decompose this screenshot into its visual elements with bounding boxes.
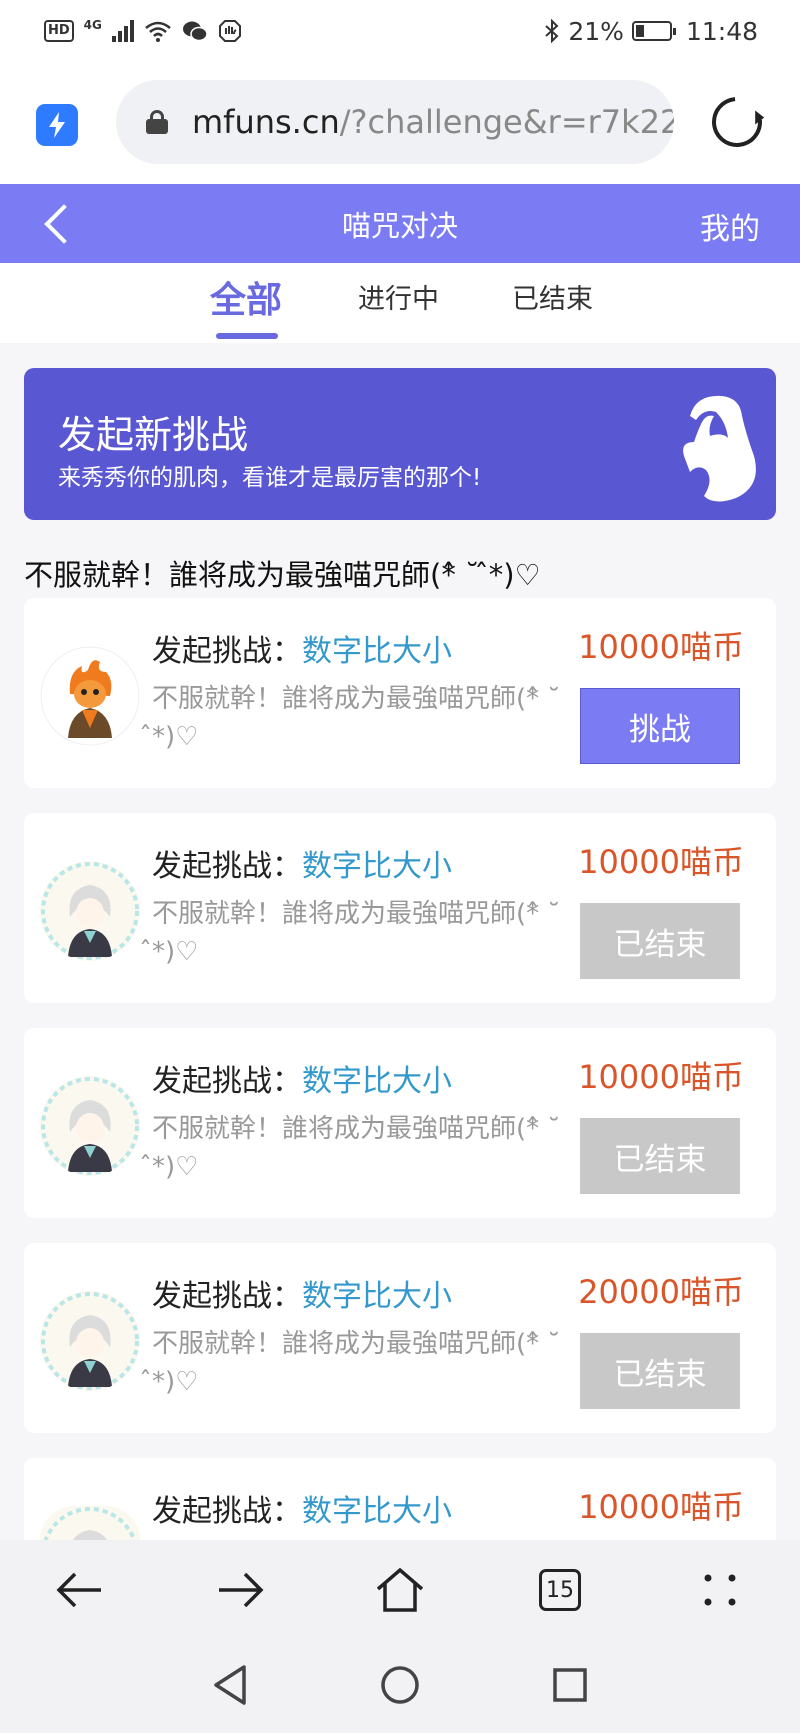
coin-reward: 10000喵币 bbox=[578, 628, 744, 666]
challenge-desc: 不服就幹！誰将成为最強喵咒師(*̂ ˘ ̂*)♡ bbox=[152, 684, 561, 752]
game-link[interactable]: 数字比大小 bbox=[302, 1494, 452, 1529]
app-notification-icon bbox=[218, 20, 241, 42]
tab-in-progress[interactable]: 进行中 bbox=[358, 277, 439, 316]
challenge-card[interactable]: 发起挑战：数字比大小 10000喵币 bbox=[24, 1458, 776, 1540]
page-title: 喵咒对决 bbox=[341, 208, 458, 243]
challenge-title: 发起挑战：数字比大小 bbox=[152, 634, 452, 669]
ended-button[interactable]: 已结束 bbox=[580, 903, 740, 979]
app-header: 喵咒对决 我的 bbox=[0, 184, 800, 263]
browser-nav-bar: 15 bbox=[0, 1540, 800, 1645]
url-text: mfuns.cn/?challenge&r=r7k22 bbox=[192, 103, 674, 141]
coin-reward: 20000喵币 bbox=[578, 1273, 744, 1311]
challenge-card[interactable]: 发起挑战：数字比大小 不服就幹！誰将成为最強喵咒師(*̂ ˘ ̂*)♡ 2000… bbox=[24, 1243, 776, 1433]
system-recents-icon[interactable] bbox=[540, 1655, 600, 1715]
clock: 11:48 bbox=[685, 16, 758, 46]
avatar bbox=[40, 1076, 140, 1176]
challenge-title: 发起挑战：数字比大小 bbox=[152, 849, 452, 884]
status-bar: HD 4G 21% 11:48 bbox=[0, 0, 800, 62]
challenge-card[interactable]: 发起挑战：数字比大小 不服就幹！誰将成为最強喵咒師(*̂ ˘ ̂*)♡ 1000… bbox=[24, 598, 776, 788]
chevron-left-icon[interactable] bbox=[44, 204, 84, 244]
lock-icon bbox=[146, 110, 168, 134]
tabs-icon[interactable]: 15 bbox=[530, 1560, 590, 1620]
wifi-icon bbox=[145, 21, 171, 42]
new-challenge-banner[interactable]: 发起新挑战 来秀秀你的肌肉，看谁才是最厉害的那个! bbox=[24, 368, 776, 520]
challenge-card[interactable]: 发起挑战：数字比大小 不服就幹！誰将成为最強喵咒師(*̂ ˘ ̂*)♡ 1000… bbox=[24, 1028, 776, 1218]
ended-button[interactable]: 已结束 bbox=[580, 1333, 740, 1409]
system-home-icon[interactable] bbox=[370, 1655, 430, 1715]
battery-icon bbox=[631, 21, 676, 41]
game-link[interactable]: 数字比大小 bbox=[302, 634, 452, 669]
coin-reward: 10000喵币 bbox=[578, 1488, 744, 1526]
forward-arrow-icon[interactable] bbox=[210, 1560, 270, 1620]
challenge-title: 发起挑战：数字比大小 bbox=[152, 1494, 452, 1529]
tab-count: 15 bbox=[539, 1569, 581, 1611]
hd-badge: HD bbox=[44, 20, 74, 42]
address-bar[interactable]: mfuns.cn/?challenge&r=r7k22 bbox=[116, 80, 674, 164]
ended-button[interactable]: 已结束 bbox=[580, 1118, 740, 1194]
home-icon[interactable] bbox=[370, 1560, 430, 1620]
active-tab-indicator bbox=[216, 333, 278, 339]
challenge-title: 发起挑战：数字比大小 bbox=[152, 1064, 452, 1099]
muscle-arm-icon bbox=[683, 395, 756, 502]
challenge-card[interactable]: 发起挑战：数字比大小 不服就幹！誰将成为最強喵咒師(*̂ ˘ ̂*)♡ 1000… bbox=[24, 813, 776, 1003]
banner-subtitle: 来秀秀你的肌肉，看谁才是最厉害的那个! bbox=[58, 465, 482, 491]
tab-all[interactable]: 全部 bbox=[210, 271, 282, 323]
coin-reward: 10000喵币 bbox=[578, 1058, 744, 1096]
avatar bbox=[40, 1506, 140, 1540]
challenge-desc: 不服就幹！誰将成为最強喵咒師(*̂ ˘ ̂*)♡ bbox=[152, 1329, 561, 1397]
reload-icon[interactable] bbox=[701, 86, 773, 158]
challenge-desc: 不服就幹！誰将成为最強喵咒師(*̂ ˘ ̂*)♡ bbox=[152, 1114, 561, 1182]
system-nav-bar bbox=[0, 1645, 800, 1733]
challenge-desc: 不服就幹！誰将成为最強喵咒師(*̂ ˘ ̂*)♡ bbox=[152, 899, 561, 967]
lightning-icon[interactable] bbox=[36, 98, 84, 146]
game-link[interactable]: 数字比大小 bbox=[302, 849, 452, 884]
system-back-icon[interactable] bbox=[200, 1655, 260, 1715]
banner-title: 发起新挑战 bbox=[58, 413, 249, 457]
challenge-button[interactable]: 挑战 bbox=[580, 688, 740, 764]
browser-toolbar: mfuns.cn/?challenge&r=r7k22 bbox=[0, 62, 800, 184]
battery-percent: 21% bbox=[568, 16, 624, 46]
avatar bbox=[40, 646, 140, 746]
avatar bbox=[40, 861, 140, 961]
avatar bbox=[40, 1291, 140, 1391]
coin-reward: 10000喵币 bbox=[578, 843, 744, 881]
mine-link[interactable]: 我的 bbox=[700, 204, 760, 248]
network-type: 4G bbox=[83, 18, 102, 32]
filter-tabs: 全部 进行中 已结束 bbox=[0, 263, 800, 343]
wechat-icon bbox=[182, 21, 208, 42]
game-link[interactable]: 数字比大小 bbox=[302, 1279, 452, 1314]
menu-dots-icon[interactable] bbox=[690, 1560, 750, 1620]
tab-ended[interactable]: 已结束 bbox=[512, 277, 593, 316]
challenge-title: 发起挑战：数字比大小 bbox=[152, 1279, 452, 1314]
back-arrow-icon[interactable] bbox=[50, 1560, 110, 1620]
signal-icon bbox=[111, 20, 134, 42]
game-link[interactable]: 数字比大小 bbox=[302, 1064, 452, 1099]
bluetooth-icon bbox=[545, 19, 559, 43]
slogan: 不服就幹！誰将成为最強喵咒師(*̂ ˘ ̂*)♡ bbox=[24, 558, 541, 592]
